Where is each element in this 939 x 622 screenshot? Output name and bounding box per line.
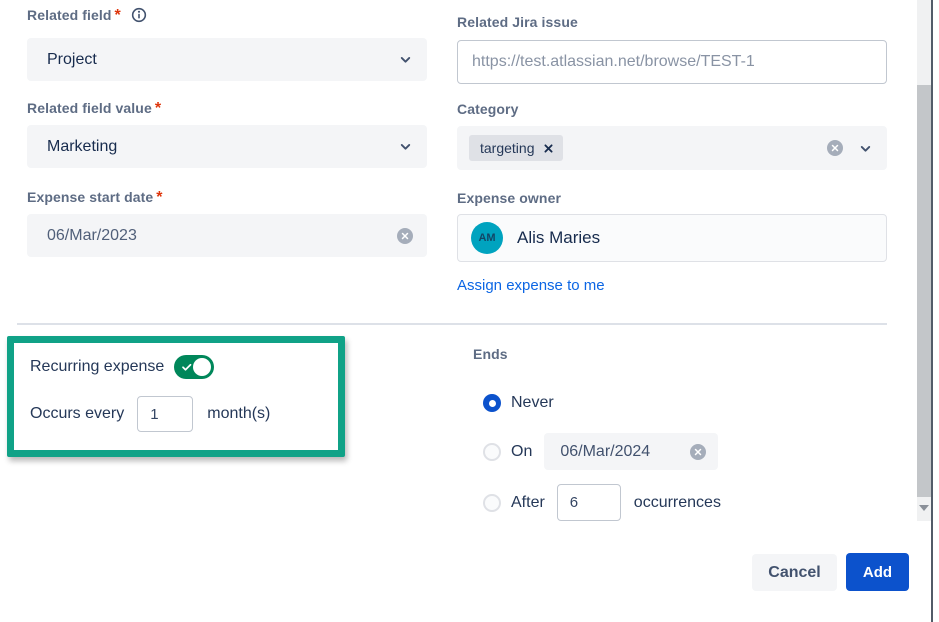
related-jira-issue-label: Related Jira issue bbox=[457, 14, 578, 30]
ends-option-after[interactable]: After occurrences bbox=[483, 484, 721, 521]
required-asterisk: * bbox=[115, 7, 121, 24]
remove-tag-icon[interactable] bbox=[543, 143, 554, 154]
ends-option-on[interactable]: On 06/Mar/2024 bbox=[483, 433, 718, 470]
related-field-select[interactable]: Project bbox=[27, 38, 427, 81]
occurs-every-row: Occurs every month(s) bbox=[30, 396, 270, 432]
category-label: Category bbox=[457, 101, 518, 117]
expense-owner-name: Alis Maries bbox=[517, 228, 600, 248]
occurrences-input[interactable] bbox=[557, 484, 621, 521]
required-asterisk: * bbox=[155, 100, 161, 117]
after-label: After bbox=[511, 494, 545, 512]
chevron-down-icon[interactable] bbox=[858, 141, 873, 156]
ends-option-never[interactable]: Never bbox=[483, 393, 554, 413]
expense-owner-label: Expense owner bbox=[457, 190, 561, 206]
recurring-expense-label: Recurring expense bbox=[30, 358, 164, 376]
recurring-expense-row: Recurring expense bbox=[30, 355, 214, 379]
expense-start-date-label-row: Expense start date* bbox=[27, 189, 163, 207]
end-date-field[interactable]: 06/Mar/2024 bbox=[544, 433, 718, 470]
category-multiselect[interactable]: targeting bbox=[457, 126, 887, 170]
radio-unselected-icon[interactable] bbox=[483, 494, 501, 512]
clear-end-date-icon[interactable] bbox=[690, 444, 706, 460]
info-icon[interactable] bbox=[131, 7, 147, 28]
highlight-annotation-box: Recurring expense Occurs every month(s) bbox=[7, 336, 345, 457]
category-field-controls bbox=[827, 140, 873, 156]
related-field-value-value: Marketing bbox=[47, 138, 117, 156]
window-right-border bbox=[931, 0, 933, 622]
interval-input[interactable] bbox=[137, 396, 193, 432]
related-jira-issue-input[interactable] bbox=[457, 40, 887, 84]
avatar: AM bbox=[471, 222, 503, 254]
ends-label: Ends bbox=[473, 346, 508, 362]
interval-unit-label: month(s) bbox=[207, 405, 270, 423]
chevron-down-icon bbox=[398, 52, 413, 67]
related-field-value-label: Related field value bbox=[27, 100, 152, 116]
check-icon bbox=[181, 360, 193, 378]
add-button[interactable]: Add bbox=[846, 553, 909, 591]
radio-selected-icon[interactable] bbox=[483, 394, 501, 412]
end-date-value: 06/Mar/2024 bbox=[560, 443, 650, 461]
related-field-value-label-row: Related field value* bbox=[27, 100, 161, 118]
expense-start-date-label: Expense start date bbox=[27, 189, 153, 205]
avatar-initials: AM bbox=[478, 232, 495, 244]
related-field-label: Related field bbox=[27, 7, 112, 23]
on-label: On bbox=[511, 443, 532, 461]
expense-start-date-field[interactable]: 06/Mar/2023 bbox=[27, 214, 427, 257]
occurrences-suffix-label: occurrences bbox=[634, 494, 721, 512]
occurs-every-label: Occurs every bbox=[30, 405, 124, 423]
never-label: Never bbox=[511, 394, 554, 412]
related-field-value: Project bbox=[47, 51, 97, 69]
scrollbar-thumb[interactable] bbox=[917, 85, 931, 497]
section-divider bbox=[17, 323, 887, 325]
chevron-down-icon bbox=[398, 139, 413, 154]
clear-date-icon[interactable] bbox=[397, 228, 413, 244]
cancel-button[interactable]: Cancel bbox=[752, 554, 837, 591]
toggle-knob bbox=[193, 358, 211, 376]
clear-category-icon[interactable] bbox=[827, 140, 843, 156]
related-field-value-select[interactable]: Marketing bbox=[27, 125, 427, 168]
related-field-label-row: Related field* bbox=[27, 7, 147, 28]
expense-start-date-value: 06/Mar/2023 bbox=[47, 227, 137, 245]
required-asterisk: * bbox=[156, 189, 162, 206]
scrollbar-down-arrow-icon[interactable] bbox=[919, 505, 929, 511]
category-tag-label: targeting bbox=[480, 140, 534, 156]
category-tag: targeting bbox=[469, 135, 563, 161]
expense-owner-field[interactable]: AM Alis Maries bbox=[457, 214, 887, 262]
recurring-toggle[interactable] bbox=[174, 355, 214, 379]
radio-unselected-icon[interactable] bbox=[483, 443, 501, 461]
assign-expense-link[interactable]: Assign expense to me bbox=[457, 277, 605, 294]
